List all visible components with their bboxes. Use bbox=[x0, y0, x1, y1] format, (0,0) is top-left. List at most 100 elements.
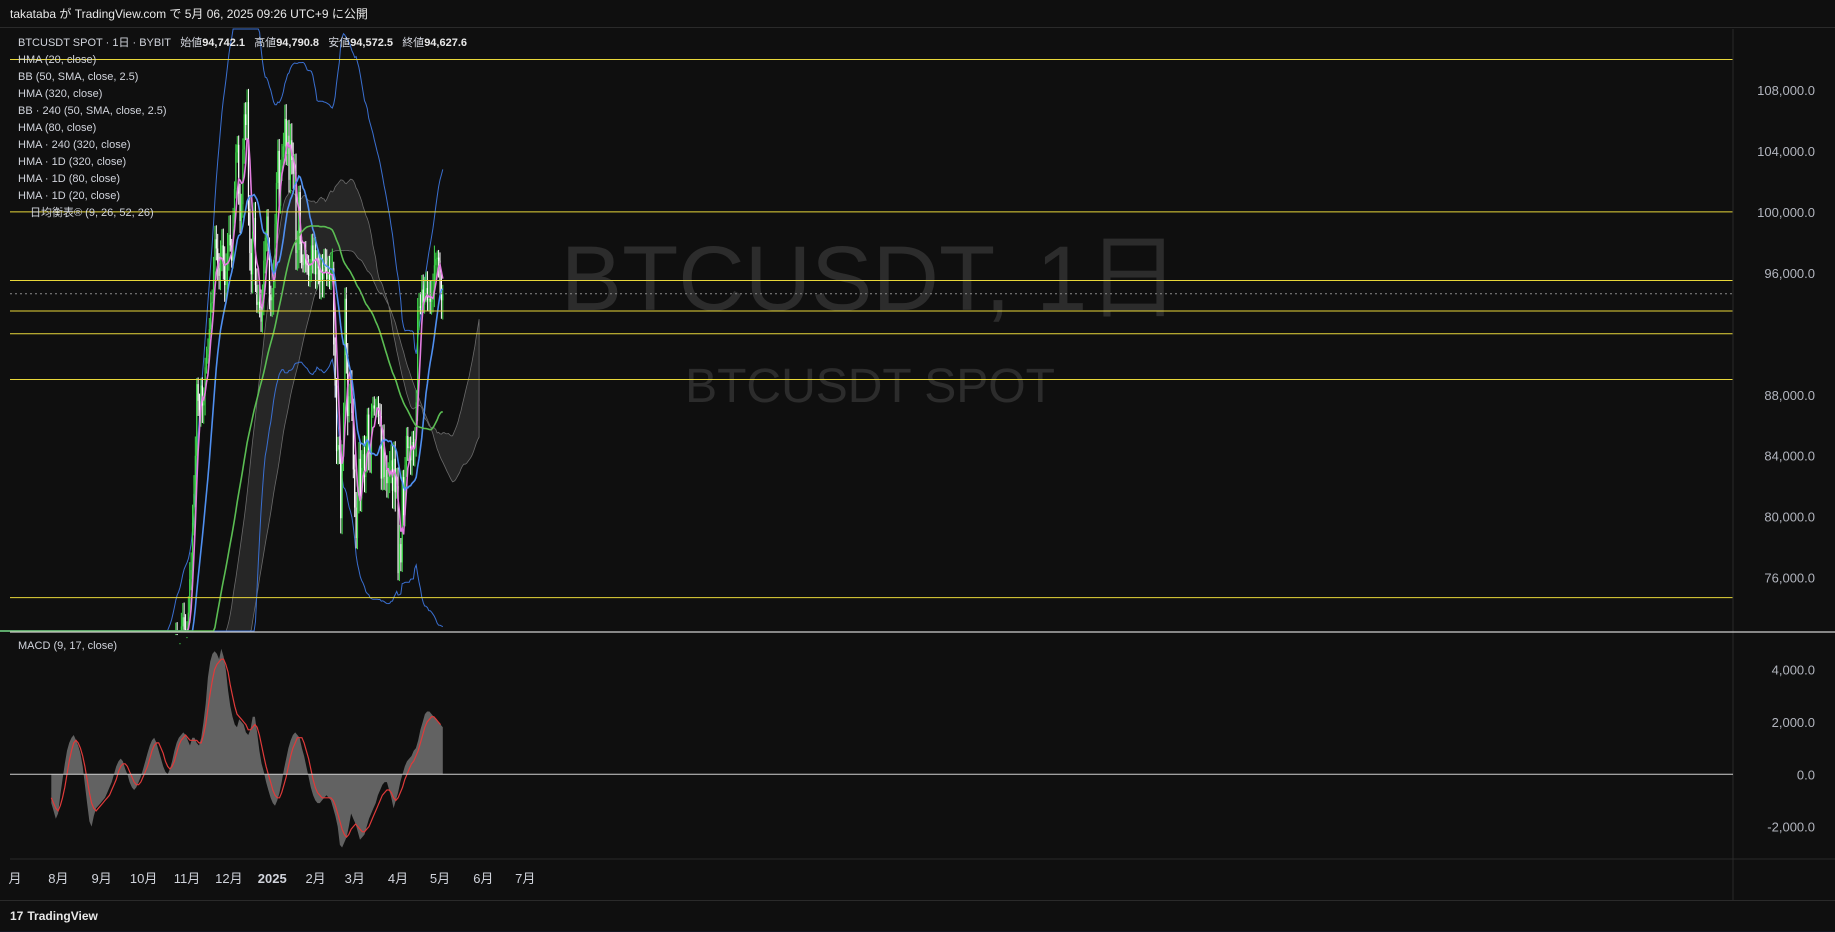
candle-body bbox=[429, 298, 431, 302]
candle-body bbox=[211, 301, 213, 304]
candle-body bbox=[436, 257, 438, 260]
candle-body bbox=[310, 245, 312, 270]
candle-body bbox=[218, 268, 220, 276]
candle-body bbox=[309, 269, 311, 276]
candle-body bbox=[259, 301, 261, 308]
ichimoku-cloud bbox=[29, 178, 480, 632]
candle-body bbox=[225, 271, 227, 286]
candle-body bbox=[425, 288, 427, 293]
candle-body bbox=[176, 634, 178, 636]
candle-body bbox=[407, 435, 409, 449]
indicator-legend-item[interactable]: HMA · 240 (320, close) bbox=[18, 137, 467, 154]
candle-body bbox=[182, 617, 184, 627]
macd-tick-label: 4,000.0 bbox=[1772, 663, 1815, 678]
watermark-subtitle: BTCUSDT SPOT bbox=[685, 360, 1055, 413]
price-tick-label: 100,000.0 bbox=[1757, 205, 1815, 220]
tradingview-chart-app: takataba が TradingView.com で 5月 06, 2025… bbox=[0, 0, 1835, 931]
price-tick-label: 104,000.0 bbox=[1757, 144, 1815, 159]
indicator-legend-item[interactable]: HMA (80, close) bbox=[18, 120, 467, 137]
indicator-legend-item[interactable]: BB · 240 (50, SMA, close, 2.5) bbox=[18, 103, 467, 120]
indicator-legend-item[interactable]: HMA (20, close) bbox=[18, 52, 467, 69]
candle-body bbox=[306, 263, 308, 266]
footer-bar: 17 TradingView bbox=[0, 900, 1835, 931]
indicator-legend-item[interactable]: 日均衡表® (9, 26, 52, 26) bbox=[18, 205, 467, 222]
indicator-legend-item[interactable]: HMA · 1D (80, close) bbox=[18, 171, 467, 188]
time-tick-label: 12月 bbox=[215, 871, 242, 886]
ichimoku-cloud-area bbox=[29, 178, 480, 632]
candle-body bbox=[252, 231, 254, 275]
candle-body bbox=[186, 637, 188, 639]
time-tick-label: 3月 bbox=[345, 871, 365, 886]
candle-body bbox=[210, 303, 212, 330]
candle-body bbox=[375, 408, 377, 410]
candle-body bbox=[401, 477, 403, 563]
candle-body bbox=[348, 396, 350, 417]
candle-body bbox=[270, 294, 272, 301]
chart-legend: BTCUSDT SPOT · 1日 · BYBIT 始値94,742.1 高値9… bbox=[18, 35, 467, 222]
candle-body bbox=[344, 298, 346, 414]
time-axis[interactable]: 月 8月 9月 10月 11月 12月 2025 2月 3月 4月 5月 6月 7月 bbox=[8, 858, 1835, 886]
time-tick-label: 10月 bbox=[130, 871, 157, 886]
candle-body bbox=[302, 262, 304, 266]
candle-body bbox=[384, 469, 387, 478]
price-tick-label: 108,000.0 bbox=[1757, 83, 1815, 98]
time-tick-label: 4月 bbox=[388, 871, 408, 886]
open-value: 94,742.1 bbox=[202, 37, 246, 49]
price-tick-label: 76,000.0 bbox=[1764, 571, 1815, 586]
macd-tick-label: -2,000.0 bbox=[1767, 820, 1815, 835]
candle-body bbox=[335, 385, 338, 452]
candle-body bbox=[194, 455, 196, 494]
candle-body bbox=[437, 257, 440, 261]
candle-body bbox=[421, 289, 423, 308]
candle-body bbox=[256, 285, 258, 305]
candle-body bbox=[183, 617, 185, 630]
price-axis[interactable]: 108,000.0 104,000.0 100,000.0 96,000.0 88,00… bbox=[1732, 29, 1835, 900]
candle-body bbox=[330, 271, 332, 281]
time-tick-label: 11月 bbox=[174, 871, 201, 886]
macd-pane: 4,000.0 2,000.0 0.0 -2,000.0 bbox=[10, 631, 1835, 848]
candle-body bbox=[419, 306, 422, 308]
candle-body bbox=[207, 349, 209, 357]
macd-tick-label: 2,000.0 bbox=[1772, 715, 1815, 730]
candle-body bbox=[327, 274, 329, 279]
candle-body bbox=[300, 243, 303, 263]
candle-body bbox=[373, 405, 375, 409]
candle-body bbox=[386, 469, 388, 484]
indicator-legend-item[interactable]: HMA · 1D (320, close) bbox=[18, 154, 467, 171]
candle-body bbox=[435, 259, 437, 266]
footer-brand[interactable]: TradingView bbox=[27, 909, 97, 923]
candle-body bbox=[337, 445, 339, 452]
time-tick-label: 7月 bbox=[515, 871, 535, 886]
indicator-legend-item[interactable]: BB (50, SMA, close, 2.5) bbox=[18, 69, 467, 86]
price-tick-label: 84,000.0 bbox=[1764, 449, 1815, 464]
candle-body bbox=[356, 501, 359, 539]
candle-body bbox=[382, 437, 384, 479]
symbol-label[interactable]: BTCUSDT SPOT · 1日 · BYBIT bbox=[18, 37, 171, 49]
time-tick-label: 2025 bbox=[258, 871, 287, 886]
indicator-legend-item[interactable]: HMA · 1D (20, close) bbox=[18, 188, 467, 205]
low-value: 94,572.5 bbox=[350, 37, 394, 49]
time-tick-label: 9月 bbox=[92, 871, 112, 886]
candle-body bbox=[296, 249, 298, 254]
price-axis-background bbox=[1733, 29, 1835, 900]
candle-body bbox=[316, 263, 318, 275]
indicator-legend-item[interactable]: HMA (320, close) bbox=[18, 86, 467, 103]
candle-body bbox=[359, 458, 361, 499]
watermark: BTCUSDT, 1日 BTCUSDT SPOT bbox=[561, 228, 1180, 413]
candle-body bbox=[271, 297, 273, 301]
macd-histogram-area bbox=[51, 648, 443, 848]
candle-body bbox=[405, 435, 408, 465]
high-label: 高値 bbox=[254, 37, 277, 49]
candle-body bbox=[314, 249, 317, 275]
candle-body bbox=[228, 234, 230, 252]
price-tick-label: 88,000.0 bbox=[1764, 388, 1815, 403]
candle-body bbox=[400, 544, 402, 563]
candle-body bbox=[328, 274, 331, 281]
time-tick-label: 2月 bbox=[305, 871, 325, 886]
candle-body bbox=[398, 544, 401, 574]
candle-body bbox=[205, 356, 208, 368]
tradingview-logo-icon[interactable]: 17 bbox=[10, 901, 23, 932]
candle-body bbox=[250, 253, 252, 275]
macd-legend[interactable]: MACD (9, 17, close) bbox=[18, 640, 117, 652]
candle-body bbox=[229, 234, 231, 246]
